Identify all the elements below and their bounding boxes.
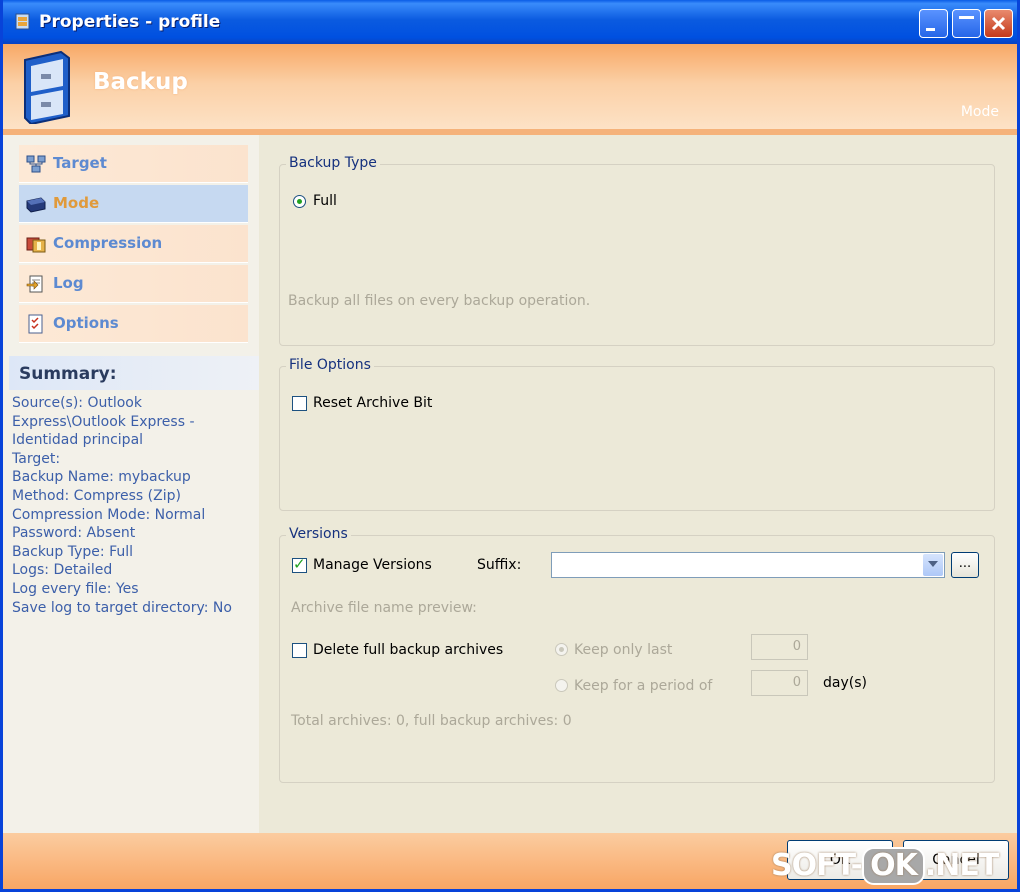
backup-type-group: Backup Type [279, 155, 995, 346]
minimize-icon [926, 28, 935, 31]
full-radio-label[interactable]: Full [313, 193, 337, 209]
summary-heading: Summary: [9, 356, 259, 390]
suffix-dropdown-button[interactable] [923, 554, 943, 576]
maximize-button[interactable] [952, 9, 981, 38]
header-title: Backup [93, 69, 188, 95]
close-icon [991, 16, 1006, 31]
watermark-right: .NET [924, 848, 999, 883]
nav-label-mode: Mode [53, 194, 100, 212]
nav-item-target[interactable]: Target [19, 145, 248, 183]
full-radio[interactable] [293, 195, 306, 208]
summary-line: Backup Name: mybackup [12, 469, 191, 486]
keep-period-label: Keep for a period of [574, 678, 713, 694]
keep-period-radio[interactable] [555, 679, 568, 692]
keep-period-input[interactable]: 0 [751, 670, 808, 696]
window-title: Properties - profile [39, 12, 221, 32]
nav-item-log[interactable]: Log [19, 265, 248, 303]
nav-item-options[interactable]: Options [19, 305, 248, 343]
checklist-icon [28, 314, 43, 334]
nav-label-compression: Compression [53, 234, 163, 252]
maximize-icon [959, 16, 974, 19]
archive-preview-label: Archive file name preview: [291, 600, 477, 616]
file-options-group: File Options [279, 357, 995, 511]
summary-line: Method: Compress (Zip) [12, 487, 181, 504]
app-icon [15, 13, 30, 30]
summary-line: Express\Outlook Express - [12, 413, 195, 430]
title-bar[interactable]: Properties - profile [3, 0, 1017, 44]
watermark-mid: OK [862, 847, 925, 885]
watermark: SOFT- OK .NET [771, 847, 999, 885]
summary-line: Password: Absent [12, 525, 136, 542]
keep-only-last-label: Keep only last [574, 642, 673, 658]
summary-heading-label: Summary: [19, 364, 117, 384]
header-banner: Backup Mode [3, 44, 1017, 132]
summary-text: Source(s): Outlook Express\Outlook Expre… [12, 394, 252, 617]
network-icon [26, 155, 46, 173]
summary-line: Compression Mode: Normal [12, 506, 206, 523]
nav-item-mode[interactable]: Mode [19, 185, 248, 223]
suffix-combobox[interactable] [551, 552, 945, 578]
summary-line: Backup Type: Full [12, 543, 134, 560]
nav-label-options: Options [53, 314, 119, 332]
days-label: day(s) [823, 675, 867, 691]
minimize-button[interactable] [919, 9, 948, 38]
suffix-label: Suffix: [477, 557, 522, 573]
browse-button[interactable]: ... [951, 552, 979, 578]
reset-archive-bit-label[interactable]: Reset Archive Bit [313, 395, 432, 411]
log-icon [26, 275, 43, 293]
delete-full-backups-checkbox[interactable] [292, 643, 307, 658]
watermark-left: SOFT- [771, 848, 863, 883]
properties-window: Properties - profile Backup Mode Target … [0, 0, 1020, 892]
summary-line: Log every file: Yes [12, 580, 139, 597]
nav-item-compression[interactable]: Compression [19, 225, 248, 263]
versions-group-title: Versions [286, 526, 351, 542]
compression-icon [26, 237, 46, 253]
header-subtitle: Mode [960, 104, 999, 120]
summary-line: Target: [12, 450, 61, 467]
summary-line: Logs: Detailed [12, 562, 113, 579]
backup-type-description: Backup all files on every backup operati… [288, 293, 591, 309]
nav-label-target: Target [53, 154, 107, 172]
chevron-down-icon [928, 561, 938, 567]
filing-cabinet-icon [24, 50, 70, 124]
delete-full-backups-label[interactable]: Delete full backup archives [313, 642, 503, 658]
file-options-group-title: File Options [286, 357, 374, 373]
keep-only-last-radio[interactable] [555, 643, 568, 656]
manage-versions-label[interactable]: Manage Versions [313, 557, 432, 573]
nav-label-log: Log [53, 274, 84, 292]
summary-line: Save log to target directory: No [12, 599, 232, 616]
close-button[interactable] [984, 9, 1013, 38]
summary-line: Identidad principal [12, 432, 144, 449]
reset-archive-bit-checkbox[interactable] [292, 396, 307, 411]
keep-only-last-input[interactable]: 0 [751, 634, 808, 660]
manage-versions-checkbox[interactable] [292, 555, 307, 573]
drive-icon [26, 197, 46, 213]
backup-type-group-title: Backup Type [286, 155, 380, 171]
left-panel: Target Mode Compression Log Options Summ… [3, 135, 259, 833]
total-archives-text: Total archives: 0, full backup archives:… [291, 713, 572, 729]
summary-line: Source(s): Outlook [12, 395, 142, 411]
